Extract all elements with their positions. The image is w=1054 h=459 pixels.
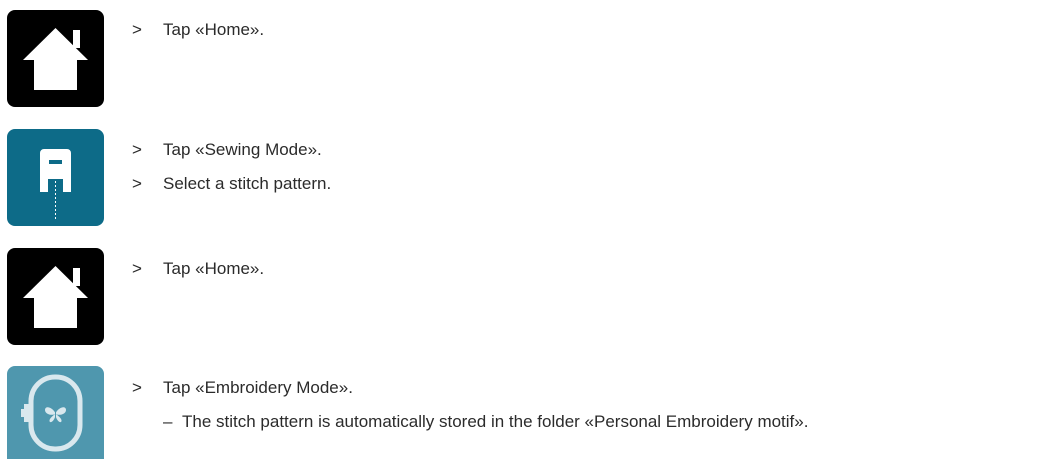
home-button[interactable]	[7, 10, 104, 107]
embroidery-mode-button[interactable]	[7, 366, 104, 459]
step-3-line-1-marker: >	[132, 259, 142, 278]
step-3-line-1-text: Tap «Home».	[163, 259, 265, 278]
sewing-mode-icon	[40, 149, 71, 221]
step-4-line-1-marker: >	[132, 378, 142, 397]
step-2-line-1-marker: >	[132, 140, 142, 159]
step-1-line-1-text: Tap «Home».	[163, 20, 265, 39]
home-button[interactable]	[7, 248, 104, 345]
embroidery-mode-icon	[21, 374, 83, 452]
step-1-line-1-marker: >	[132, 20, 142, 39]
home-icon	[23, 266, 88, 328]
step-4-line-1-text: Tap «Embroidery Mode».	[163, 378, 353, 397]
step-2-line-2-marker: >	[132, 174, 142, 193]
step-4-line-2-marker: –	[163, 412, 173, 431]
home-icon	[23, 28, 88, 90]
step-2-line-1-text: Tap «Sewing Mode».	[163, 140, 322, 159]
sewing-mode-button[interactable]	[7, 129, 104, 226]
step-4-line-2-text: The stitch pattern is automatically stor…	[182, 412, 809, 431]
step-2-line-2-text: Select a stitch pattern.	[163, 174, 332, 193]
